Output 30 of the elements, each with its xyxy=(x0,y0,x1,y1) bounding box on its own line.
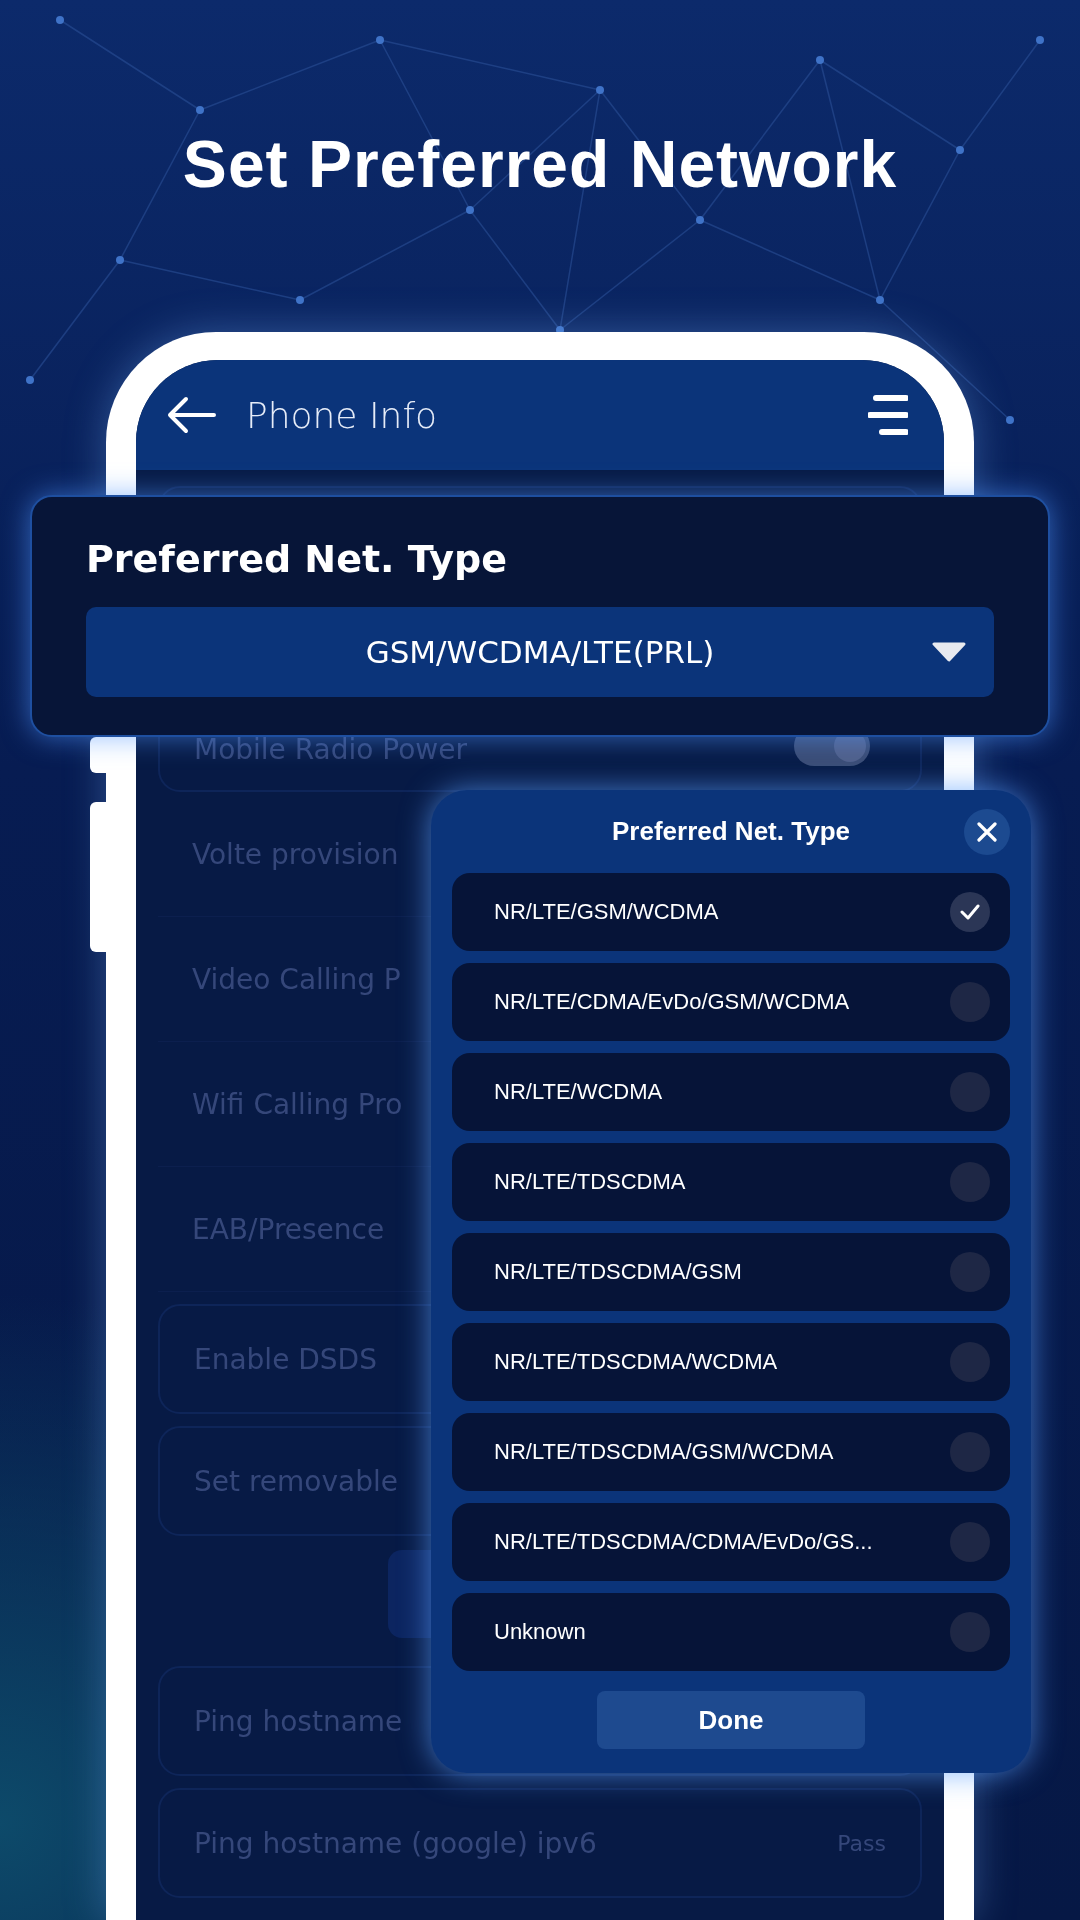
network-option[interactable]: Unknown xyxy=(452,1593,1010,1671)
radio-button[interactable] xyxy=(950,1072,990,1112)
back-icon[interactable] xyxy=(166,395,216,435)
menu-icon[interactable] xyxy=(868,394,908,436)
network-option[interactable]: NR/LTE/TDSCDMA/WCDMA xyxy=(452,1323,1010,1401)
radio-button[interactable] xyxy=(950,1432,990,1472)
network-option[interactable]: NR/LTE/TDSCDMA/GSM xyxy=(452,1233,1010,1311)
radio-button[interactable] xyxy=(950,1522,990,1562)
radio-button[interactable] xyxy=(950,892,990,932)
done-button[interactable]: Done xyxy=(597,1691,865,1749)
network-type-dropdown[interactable]: GSM/WCDMA/LTE(PRL) xyxy=(86,607,994,697)
close-icon xyxy=(977,822,997,842)
radio-button[interactable] xyxy=(950,1612,990,1652)
network-option[interactable]: NR/LTE/TDSCDMA/GSM/WCDMA xyxy=(452,1413,1010,1491)
network-option[interactable]: NR/LTE/TDSCDMA/CDMA/EvDo/GS... xyxy=(452,1503,1010,1581)
radio-button[interactable] xyxy=(950,1162,990,1202)
radio-button[interactable] xyxy=(950,982,990,1022)
close-button[interactable] xyxy=(964,809,1010,855)
network-option[interactable]: NR/LTE/WCDMA xyxy=(452,1053,1010,1131)
network-option[interactable]: NR/LTE/GSM/WCDMA xyxy=(452,873,1010,951)
radio-button[interactable] xyxy=(950,1252,990,1292)
page-title: Set Preferred Network xyxy=(182,126,898,202)
caret-icon xyxy=(932,641,966,663)
network-option[interactable]: NR/LTE/CDMA/EvDo/GSM/WCDMA xyxy=(452,963,1010,1041)
screen-title: Phone Info xyxy=(246,394,439,436)
network-option[interactable]: NR/LTE/TDSCDMA xyxy=(452,1143,1010,1221)
dialog-title: Preferred Net. Type xyxy=(612,816,850,847)
radio-button[interactable] xyxy=(950,1342,990,1382)
setting-label: Preferred Net. Type xyxy=(86,537,508,581)
check-icon xyxy=(960,904,980,920)
